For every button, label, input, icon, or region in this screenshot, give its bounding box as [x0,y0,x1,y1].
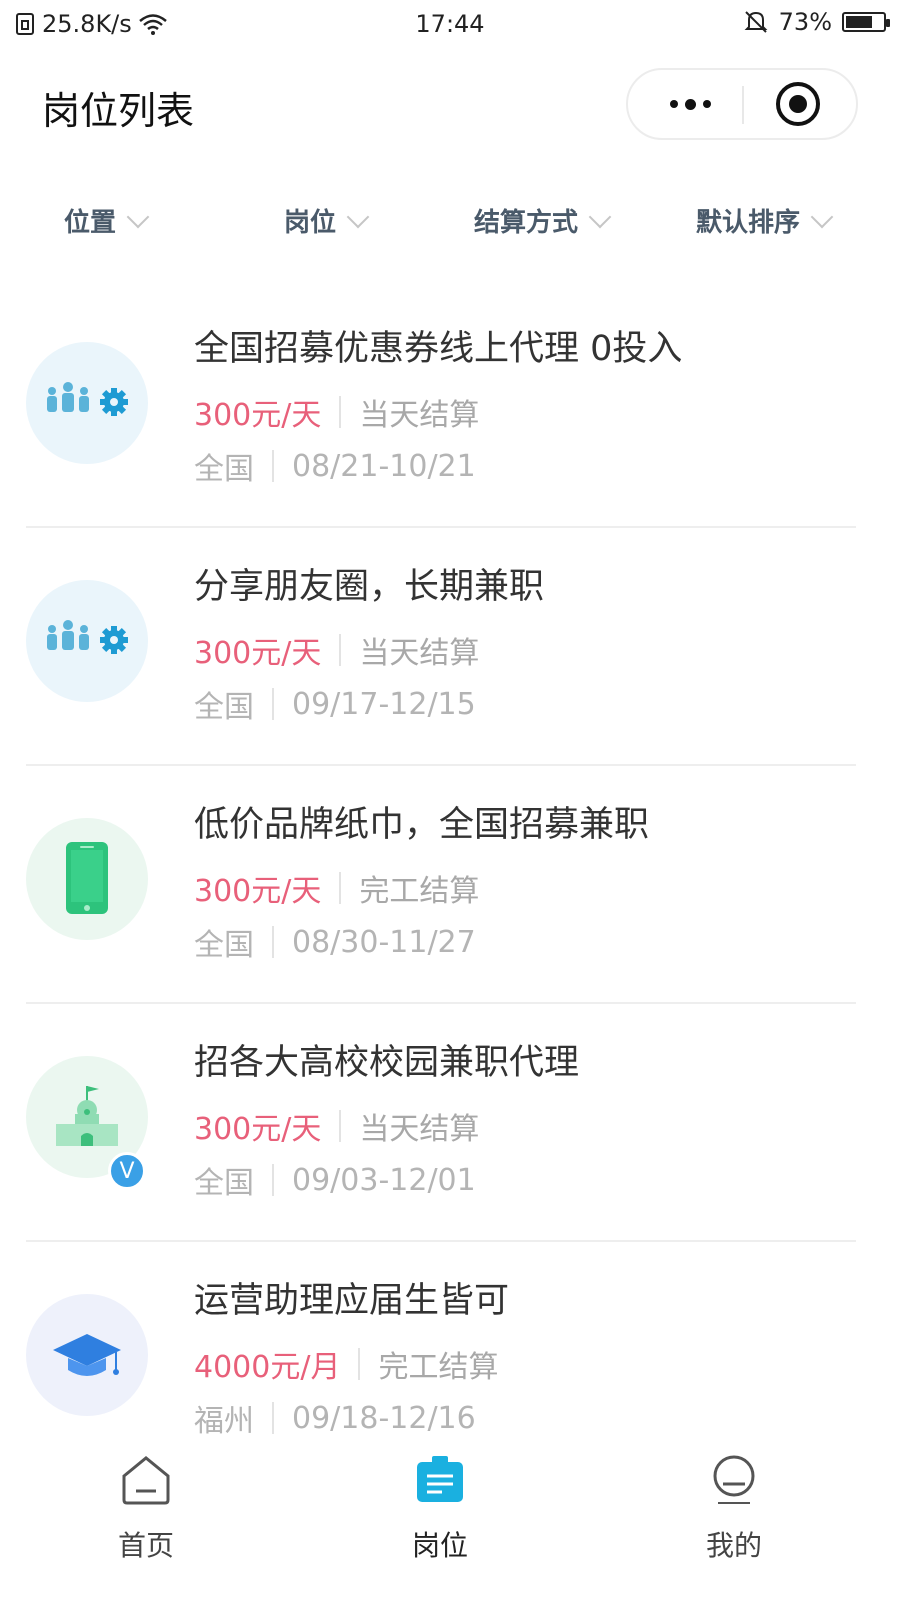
job-settlement: 当天结算 [359,398,480,433]
job-list-item[interactable]: 分享朋友圈，长期兼职 300元/天 当天结算 全国 09/17-12/15 [0,528,900,766]
team-gear-icon [47,382,128,416]
job-avatar [26,818,148,940]
divider [272,450,274,482]
tab-home[interactable]: 首页 [46,1454,246,1564]
job-avatar [26,1294,148,1416]
tab-label: 首页 [117,1529,174,1562]
smartphone-icon [66,842,108,914]
bottom-tab-bar: 首页 岗位 我的 [0,1440,900,1600]
status-bar: 25.8K/s 17:44 73% [0,0,900,50]
job-location: 福州 [194,1404,254,1439]
divider [272,688,274,720]
divider [272,926,274,958]
job-title: 低价品牌纸巾，全国招募兼职 [194,805,650,845]
job-title: 全国招募优惠券线上代理 0投入 [194,329,683,369]
job-settlement: 完工结算 [359,874,480,909]
chevron-down-icon [126,205,150,228]
graduation-cap-icon [53,1334,121,1376]
tab-label: 我的 [705,1529,762,1562]
navigation-bar: 岗位列表 [0,50,900,160]
divider [339,396,342,428]
job-dates: 09/03-12/01 [292,1162,476,1198]
job-location: 全国 [194,928,254,963]
job-salary: 300元/天 [194,398,322,433]
filter-label: 结算方式 [474,208,579,238]
job-settlement: 完工结算 [378,1350,499,1385]
job-dates: 09/17-12/15 [292,686,476,722]
job-location: 全国 [194,1166,254,1201]
divider [272,1402,274,1434]
job-dates: 08/21-10/21 [292,448,476,484]
battery-icon [842,12,890,32]
chevron-down-icon [588,205,612,228]
job-dates: 08/30-11/27 [292,924,476,960]
divider [339,1110,342,1142]
job-title: 运营助理应届生皆可 [194,1281,510,1321]
chevron-down-icon [346,205,370,228]
job-settlement: 当天结算 [359,1112,480,1147]
job-avatar [26,580,148,702]
job-salary: 300元/天 [194,1112,322,1147]
divider [358,1348,361,1380]
filter-bar: 位置 岗位 结算方式 默认排序 [0,190,900,250]
divider [339,634,342,666]
job-list-item[interactable]: V 招各大高校校园兼职代理 300元/天 当天结算 全国 09/03-12/01 [0,1004,900,1242]
close-target-icon[interactable] [776,82,820,126]
job-salary: 300元/天 [194,636,322,671]
job-salary: 4000元/月 [194,1350,341,1385]
divider [272,1164,274,1196]
filter-position[interactable]: 岗位 [284,202,370,239]
job-title: 招各大高校校园兼职代理 [194,1043,580,1083]
job-location: 全国 [194,452,254,487]
capsule-divider [742,86,744,124]
battery-percent: 73% [778,8,832,36]
job-list-item[interactable]: 全国招募优惠券线上代理 0投入 300元/天 当天结算 全国 08/21-10/… [0,290,900,528]
job-settlement: 当天结算 [359,636,480,671]
tab-profile[interactable]: 我的 [634,1454,834,1564]
job-list-item[interactable]: 低价品牌纸巾，全国招募兼职 300元/天 完工结算 全国 08/30-11/27 [0,766,900,1004]
job-badge-icon [417,1456,463,1502]
team-gear-icon [47,620,128,654]
filter-settlement[interactable]: 结算方式 [474,202,612,239]
job-title: 分享朋友圈，长期兼职 [194,567,545,607]
home-icon [122,1456,170,1505]
filter-label: 位置 [64,208,117,238]
filter-label: 岗位 [284,208,337,238]
mute-bell-icon [744,11,768,33]
job-avatar [26,342,148,464]
filter-sort[interactable]: 默认排序 [696,202,834,239]
miniprogram-capsule [626,68,858,140]
filter-location[interactable]: 位置 [64,202,150,239]
verified-badge: V [108,1152,146,1190]
tab-label: 岗位 [411,1529,468,1562]
job-location: 全国 [194,690,254,725]
tab-jobs[interactable]: 岗位 [340,1454,540,1564]
job-salary: 300元/天 [194,874,322,909]
filter-label: 默认排序 [696,208,801,238]
chevron-down-icon [810,205,834,228]
profile-icon [713,1455,755,1504]
page-title: 岗位列表 [42,89,195,133]
more-dots-icon[interactable] [648,70,732,138]
job-dates: 09/18-12/16 [292,1400,476,1436]
divider [339,872,342,904]
